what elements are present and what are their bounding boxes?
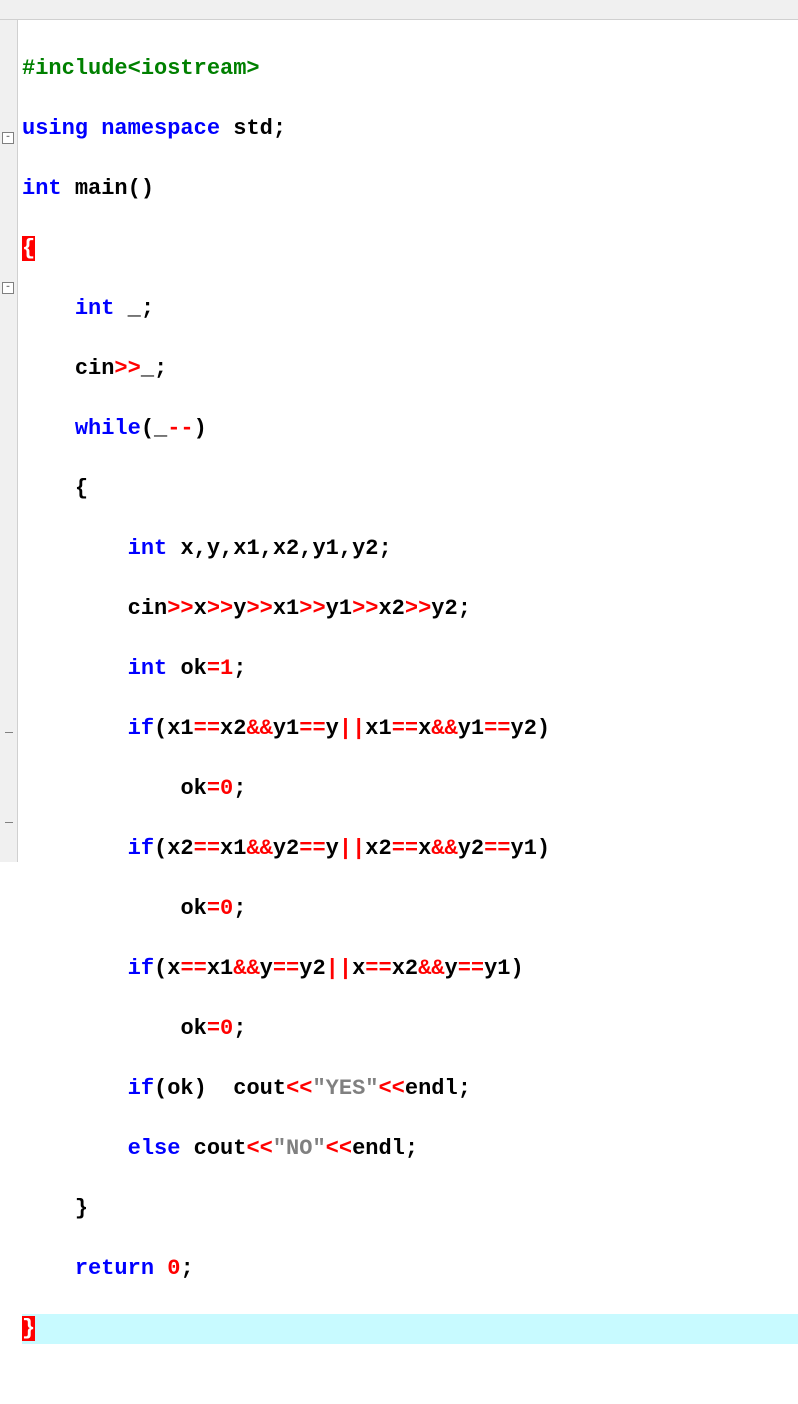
- code-line: int main(): [22, 174, 798, 204]
- code-line: cin>>_;: [22, 354, 798, 384]
- preprocessor-directive: #include<iostream>: [22, 56, 260, 81]
- code-line: }: [22, 1194, 798, 1224]
- code-content[interactable]: #include<iostream> using namespace std; …: [18, 20, 798, 862]
- fold-box[interactable]: -: [2, 282, 14, 294]
- code-line: if(x2==x1&&y2==y||x2==x&&y2==y1): [22, 834, 798, 864]
- fold-dash: [5, 732, 13, 733]
- fold-dash: [5, 822, 13, 823]
- code-line: {: [22, 474, 798, 504]
- code-line: {: [22, 234, 798, 264]
- code-line: else cout<<"NO"<<endl;: [22, 1134, 798, 1164]
- code-editor: - - #include<iostream> using namespace s…: [0, 20, 798, 862]
- code-line: if(x==x1&&y==y2||x==x2&&y==y1): [22, 954, 798, 984]
- code-line: int ok=1;: [22, 654, 798, 684]
- brace-open-highlighted: {: [22, 236, 35, 261]
- editor-topbar: [0, 0, 798, 20]
- code-line: int _;: [22, 294, 798, 324]
- brace-close-highlighted: }: [22, 1316, 35, 1341]
- code-line: ok=0;: [22, 1014, 798, 1044]
- fold-box[interactable]: -: [2, 132, 14, 144]
- code-line: while(_--): [22, 414, 798, 444]
- code-line-current: }: [22, 1314, 798, 1344]
- fold-gutter: - -: [0, 20, 18, 862]
- code-line: ok=0;: [22, 774, 798, 804]
- code-line: if(ok) cout<<"YES"<<endl;: [22, 1074, 798, 1104]
- code-line: #include<iostream>: [22, 54, 798, 84]
- code-line: int x,y,x1,x2,y1,y2;: [22, 534, 798, 564]
- code-line: cin>>x>>y>>x1>>y1>>x2>>y2;: [22, 594, 798, 624]
- code-line: if(x1==x2&&y1==y||x1==x&&y1==y2): [22, 714, 798, 744]
- code-line: ok=0;: [22, 894, 798, 924]
- code-line: return 0;: [22, 1254, 798, 1284]
- code-line: using namespace std;: [22, 114, 798, 144]
